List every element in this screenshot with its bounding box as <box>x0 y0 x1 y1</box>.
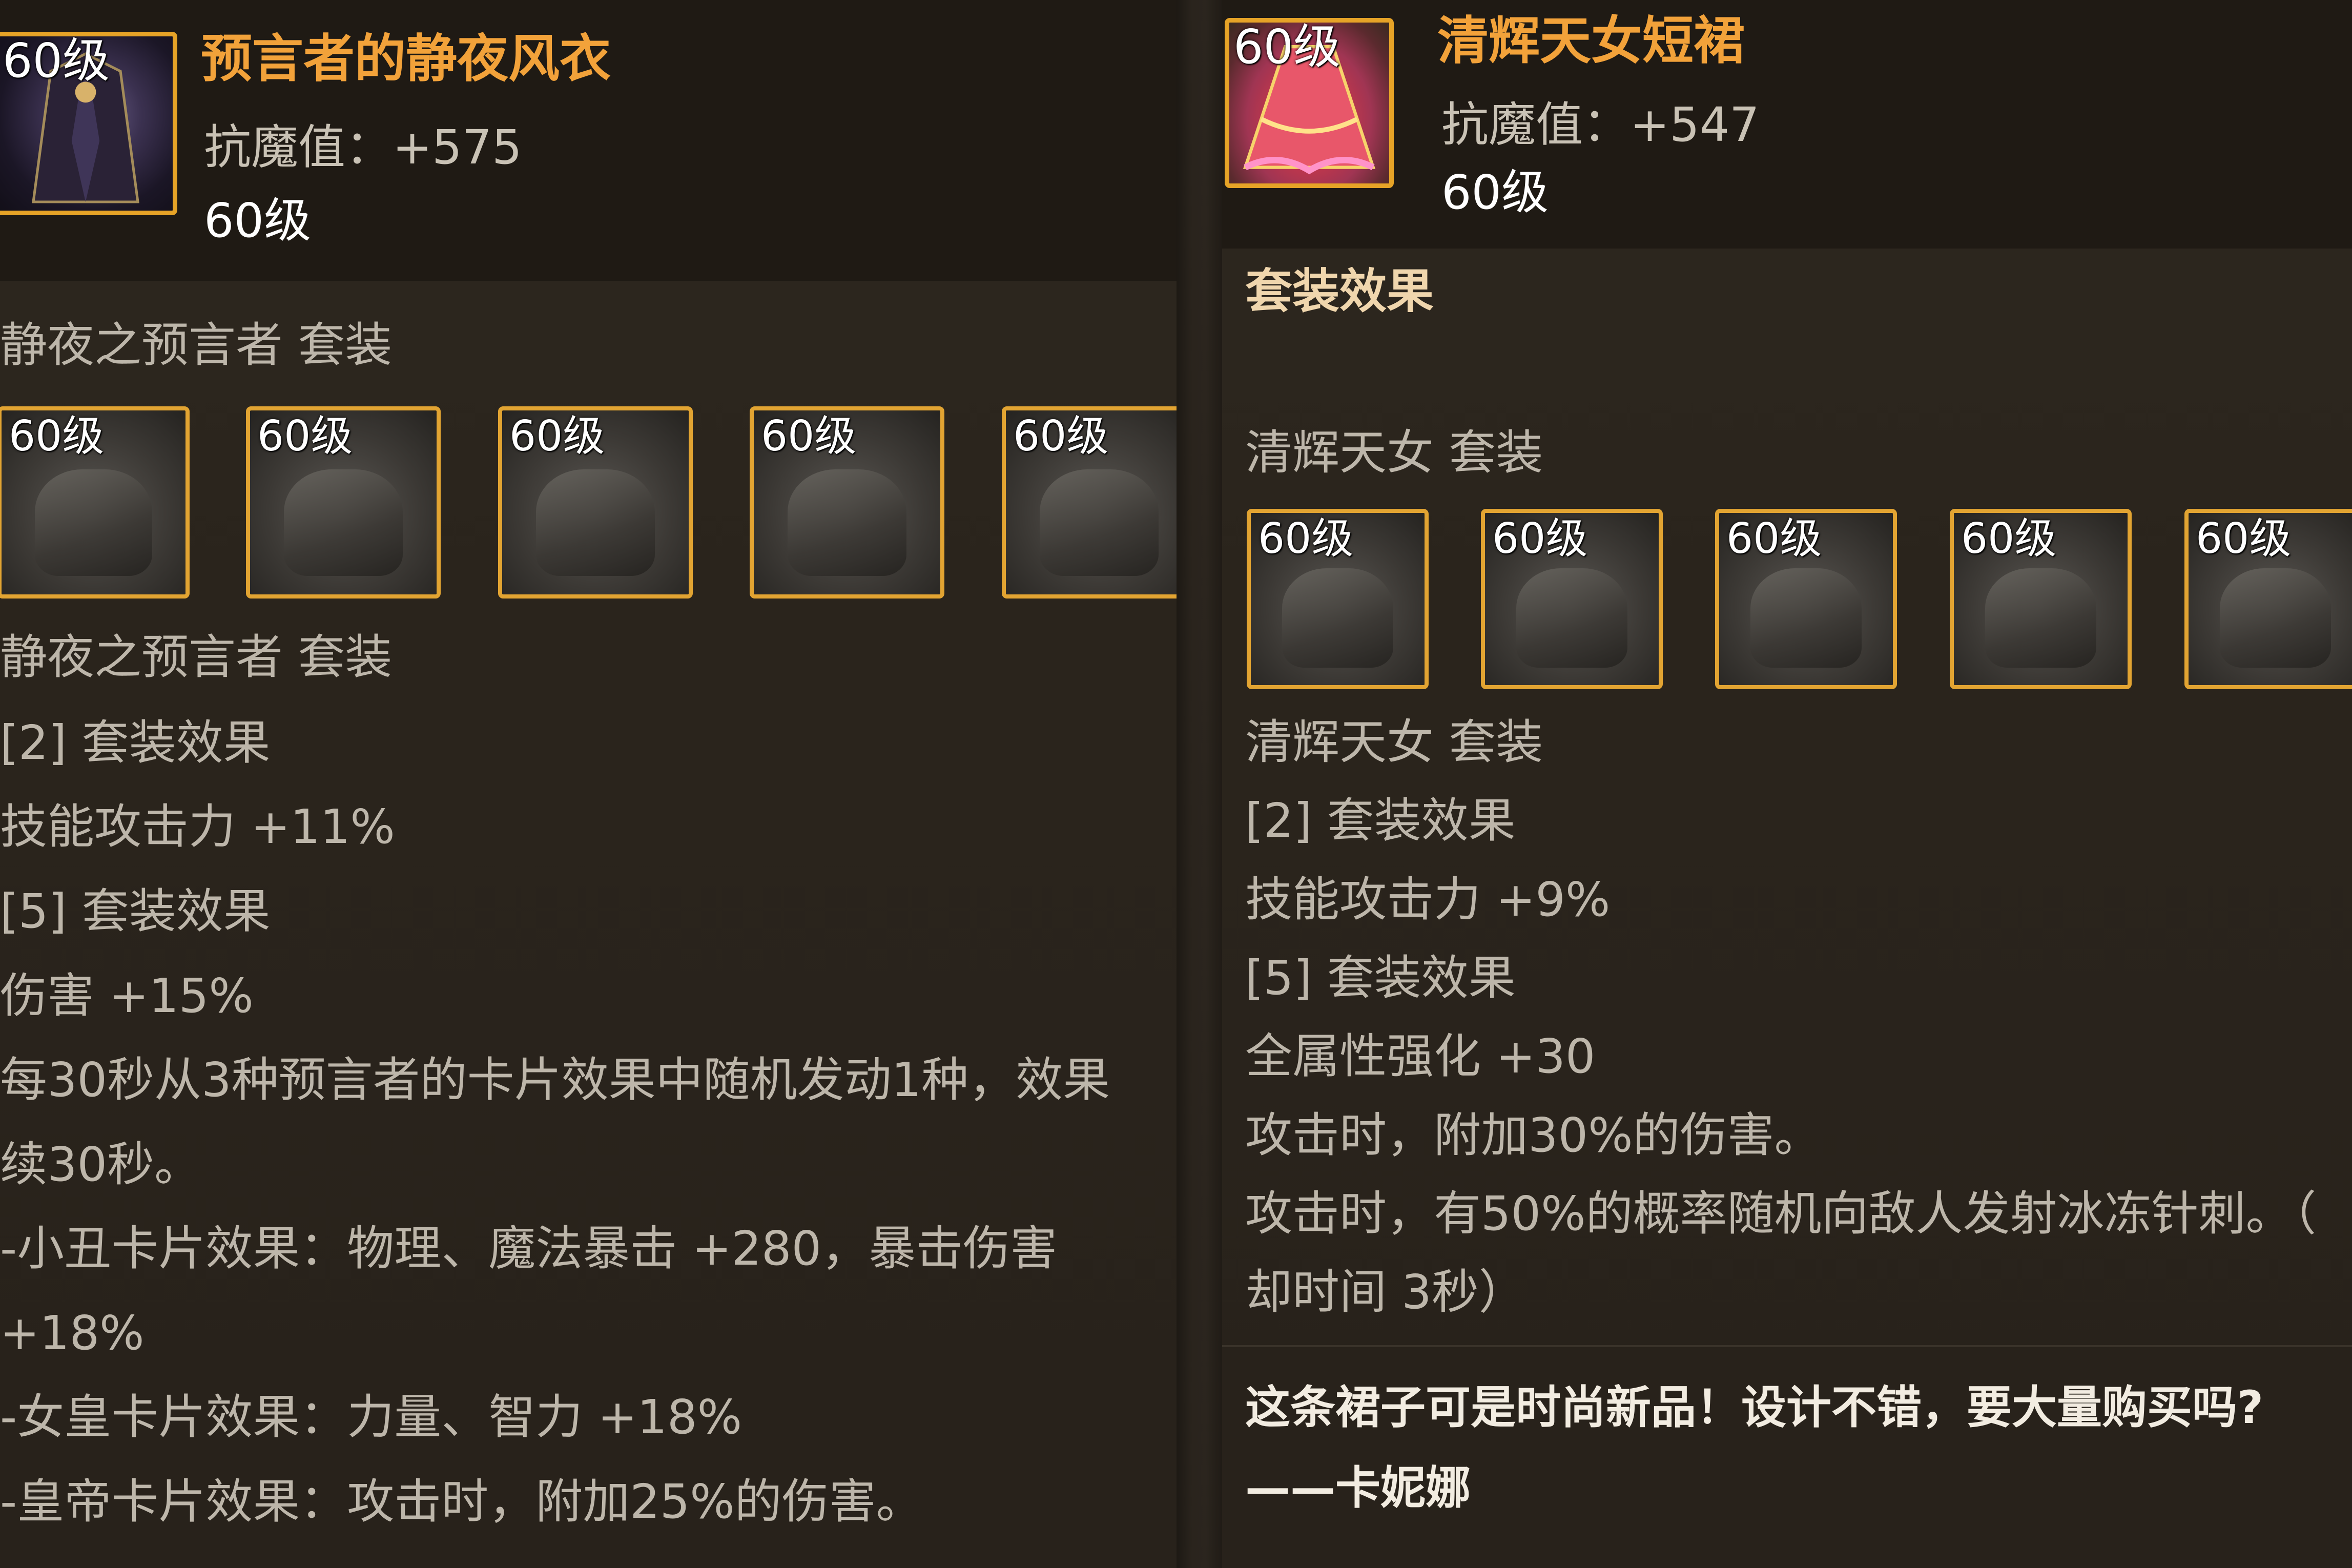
right-set-line: 全属性强化 +30 <box>1245 1029 1596 1084</box>
right-set-slot[interactable]: 60级 <box>1950 509 2132 689</box>
armor-piece-icon <box>787 469 907 576</box>
panel-divider <box>1177 0 1222 1568</box>
left-set-slot[interactable]: 60级 <box>498 406 693 599</box>
left-set-line: 续30秒。 <box>0 1137 202 1192</box>
right-set-line: 技能攻击力 +9% <box>1245 872 1611 927</box>
left-set-line: [5] 套装效果 <box>0 884 271 939</box>
left-set-line: +18% <box>0 1306 145 1360</box>
right-set-slot[interactable]: 60级 <box>2184 509 2352 689</box>
right-set-line: [2] 套装效果 <box>1245 793 1516 848</box>
right-item-title: 清辉天女短裙 <box>1437 11 1745 71</box>
slot-level-badge: 60级 <box>1961 514 2057 563</box>
left-set-slot[interactable]: 60级 <box>1002 406 1177 599</box>
right-set-line: 攻击时，有50%的概率随机向敌人发射冰冻针刺。（ <box>1245 1186 2317 1241</box>
armor-piece-icon <box>34 469 153 576</box>
armor-piece-icon <box>1516 568 1627 668</box>
left-set-name: 静夜之预言者 套装 <box>0 318 393 373</box>
flavor-quote-author: ——卡妮娜 <box>1245 1461 1471 1514</box>
set-effect-heading: 套装效果 <box>1245 264 1434 319</box>
right-set-slot[interactable]: 60级 <box>1481 509 1663 689</box>
armor-piece-icon <box>283 469 403 576</box>
left-set-slot[interactable]: 60级 <box>246 406 441 599</box>
armor-piece-icon <box>1282 568 1393 668</box>
slot-level-badge: 60级 <box>2196 514 2292 563</box>
slot-level-badge: 60级 <box>257 412 353 461</box>
left-set-slot[interactable]: 60级 <box>0 406 190 599</box>
slot-level-badge: 60级 <box>509 412 605 461</box>
slot-level-badge: 60级 <box>9 412 105 461</box>
right-item-tooltip: 60级 清辉天女短裙 抗魔值：+547 60级 套装效果 清辉天女 套装 60级… <box>1222 0 2352 1568</box>
left-set-line: [2] 套装效果 <box>0 715 271 770</box>
armor-piece-icon <box>2220 568 2331 668</box>
right-set-name-detail: 清辉天女 套装 <box>1245 715 1543 770</box>
right-set-line: 攻击时，附加30%的伤害。 <box>1245 1108 1822 1163</box>
armor-piece-icon <box>535 469 655 576</box>
armor-piece-icon <box>1750 568 1862 668</box>
right-set-line: [5] 套装效果 <box>1245 951 1516 1005</box>
right-item-level: 60级 <box>1441 165 1549 220</box>
slot-level-badge: 60级 <box>1492 514 1588 563</box>
left-set-line: 伤害 +15% <box>0 968 254 1023</box>
right-set-line: 却时间 3秒） <box>1245 1265 1526 1319</box>
left-set-slot[interactable]: 60级 <box>750 406 944 599</box>
left-set-line: 每30秒从3种预言者的卡片效果中随机发动1种，效果 <box>0 1053 1110 1107</box>
quote-separator <box>1222 1345 2352 1347</box>
left-item-title: 预言者的静夜风衣 <box>201 29 611 89</box>
left-item-level: 60级 <box>204 193 312 248</box>
right-item-icon[interactable]: 60级 <box>1225 18 1394 188</box>
right-set-name: 清辉天女 套装 <box>1245 425 1543 480</box>
flavor-quote: 这条裙子可是时尚新品！设计不错，要大量购买吗? <box>1245 1381 2264 1434</box>
slot-level-badge: 60级 <box>1726 514 1822 563</box>
armor-piece-icon <box>1985 568 2096 668</box>
right-item-stat: 抗魔值：+547 <box>1441 97 1760 152</box>
item-comparison-view: 60级 预言者的静夜风衣 抗魔值：+575 60级 静夜之预言者 套装 60级 … <box>0 0 2352 1568</box>
left-item-level-badge: 60级 <box>3 33 110 88</box>
left-item-icon[interactable]: 60级 <box>0 32 177 215</box>
armor-piece-icon <box>1039 469 1159 576</box>
right-set-slot[interactable]: 60级 <box>1247 509 1429 689</box>
right-item-level-badge: 60级 <box>1233 19 1341 74</box>
left-set-line: -女皇卡片效果：力量、智力 +18% <box>0 1390 742 1445</box>
slot-level-badge: 60级 <box>1258 514 1354 563</box>
right-set-slot[interactable]: 60级 <box>1715 509 1897 689</box>
left-set-line: -小丑卡片效果：物理、魔法暴击 +280，暴击伤害 <box>0 1221 1058 1276</box>
left-set-line: -皇帝卡片效果：攻击时，附加25%的伤害。 <box>0 1474 923 1529</box>
left-set-line: 技能攻击力 +11% <box>0 799 395 854</box>
slot-level-badge: 60级 <box>1013 412 1109 461</box>
left-item-stat: 抗魔值：+575 <box>204 120 522 175</box>
left-item-tooltip: 60级 预言者的静夜风衣 抗魔值：+575 60级 静夜之预言者 套装 60级 … <box>0 0 1177 1568</box>
slot-level-badge: 60级 <box>761 412 857 461</box>
left-set-name-detail: 静夜之预言者 套装 <box>0 630 393 685</box>
